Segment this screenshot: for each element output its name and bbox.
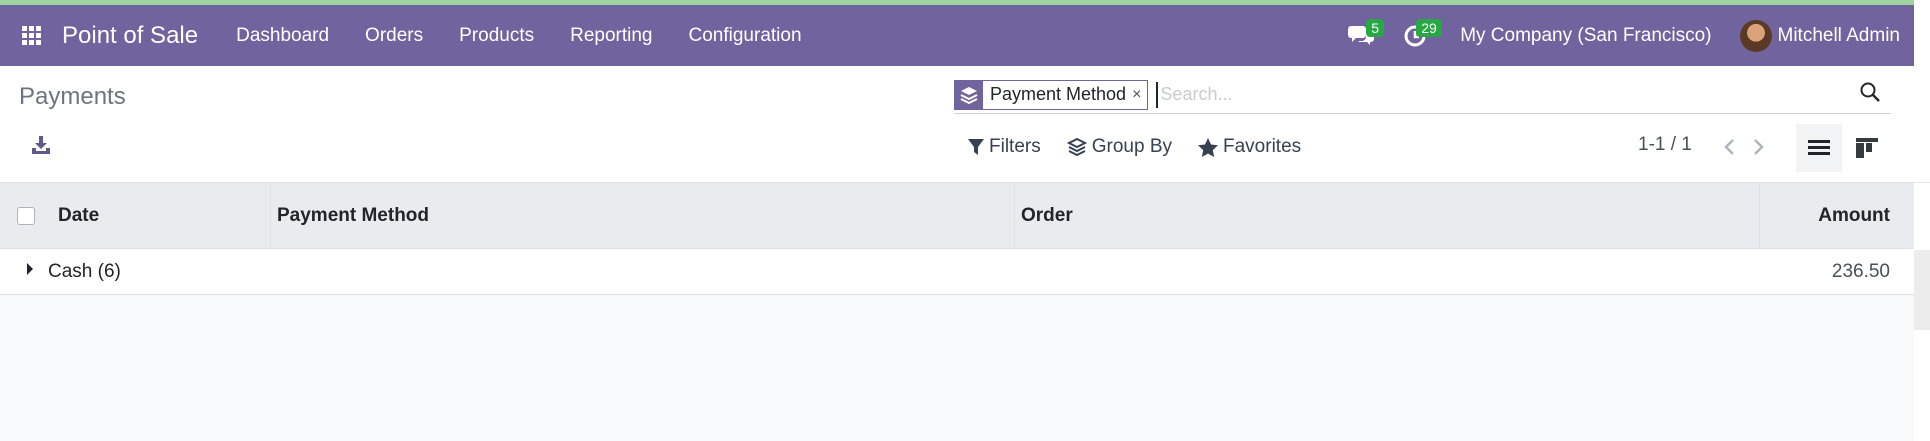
list-icon: [1808, 140, 1830, 155]
caret-right-icon: [27, 262, 33, 275]
kanban-icon: [1856, 138, 1878, 158]
control-panel: Payments Payment Method × Search... Filt…: [0, 66, 1914, 183]
star-icon: [1198, 137, 1218, 157]
filters-button[interactable]: Filters: [968, 136, 1041, 158]
pager-next-button[interactable]: [1744, 132, 1774, 162]
navbar-systray: 5 29 My Company (San Francisco) Mitchell…: [1338, 5, 1914, 66]
kanban-view-button[interactable]: [1844, 124, 1890, 172]
chevron-right-icon: [1754, 139, 1764, 155]
select-all-checkbox[interactable]: [17, 206, 35, 225]
menu-orders[interactable]: Orders: [347, 25, 441, 47]
messages-count-badge: 5: [1366, 19, 1384, 37]
group-by-label: Group By: [1091, 136, 1172, 157]
layers-icon: [1066, 137, 1087, 157]
avatar: [1739, 19, 1772, 52]
activities-count-badge: 29: [1416, 19, 1442, 37]
menu-products[interactable]: Products: [441, 25, 552, 47]
top-navbar: Point of Sale Dashboard Orders Products …: [0, 0, 1914, 66]
user-menu[interactable]: Mitchell Admin: [1739, 19, 1915, 52]
scrollbar[interactable]: [1914, 250, 1930, 330]
favorites-label: Favorites: [1223, 136, 1302, 157]
search-options: Filters Group By Favorites: [968, 136, 1327, 158]
filters-label: Filters: [989, 136, 1041, 157]
page-title: Payments: [19, 83, 126, 110]
layers-icon: [955, 80, 983, 109]
company-switcher[interactable]: My Company (San Francisco): [1438, 25, 1739, 47]
search-bar: Payment Method ×: [954, 76, 1891, 114]
search-input[interactable]: [1156, 81, 1837, 108]
group-row-cash[interactable]: Cash (6) 236.50: [0, 249, 1914, 295]
pager-previous-button[interactable]: [1714, 132, 1744, 162]
export-button[interactable]: [30, 134, 56, 160]
list-view-button[interactable]: [1796, 124, 1842, 172]
activities-button[interactable]: 29: [1392, 5, 1442, 66]
column-amount[interactable]: Amount: [1760, 183, 1914, 249]
table-header: Date Payment Method Order Amount: [0, 182, 1914, 249]
facet-remove-button[interactable]: ×: [1132, 86, 1147, 104]
menu-configuration[interactable]: Configuration: [671, 25, 820, 47]
group-amount: 236.50: [1831, 260, 1890, 282]
search-facet: Payment Method ×: [954, 79, 1149, 110]
filter-icon: [968, 139, 984, 155]
download-icon: [32, 136, 50, 154]
search-icon[interactable]: [1859, 81, 1881, 108]
select-all-cell: [0, 183, 52, 249]
list-view: Date Payment Method Order Amount Cash (6…: [0, 182, 1914, 441]
chevron-left-icon: [1724, 139, 1734, 155]
app: Point of Sale Dashboard Orders Products …: [0, 0, 1930, 441]
facet-label: Payment Method: [990, 84, 1127, 104]
group-label: Cash (6): [48, 260, 121, 282]
favorites-button[interactable]: Favorites: [1198, 136, 1301, 158]
group-by-button[interactable]: Group By: [1066, 136, 1172, 158]
app-switcher-button[interactable]: [0, 5, 62, 66]
user-name: Mitchell Admin: [1777, 24, 1901, 46]
messages-button[interactable]: 5: [1338, 5, 1384, 66]
apps-grid-icon: [21, 26, 41, 45]
right-edge: [1914, 0, 1930, 441]
menu-reporting[interactable]: Reporting: [552, 25, 670, 47]
app-brand[interactable]: Point of Sale: [62, 22, 198, 50]
menu-dashboard[interactable]: Dashboard: [218, 25, 347, 47]
column-payment-method[interactable]: Payment Method: [271, 182, 1015, 249]
pager-arrows: [1714, 132, 1774, 162]
pager-value[interactable]: 1-1 / 1: [1638, 134, 1692, 156]
column-order[interactable]: Order: [1015, 182, 1760, 249]
column-date[interactable]: Date: [52, 182, 271, 249]
